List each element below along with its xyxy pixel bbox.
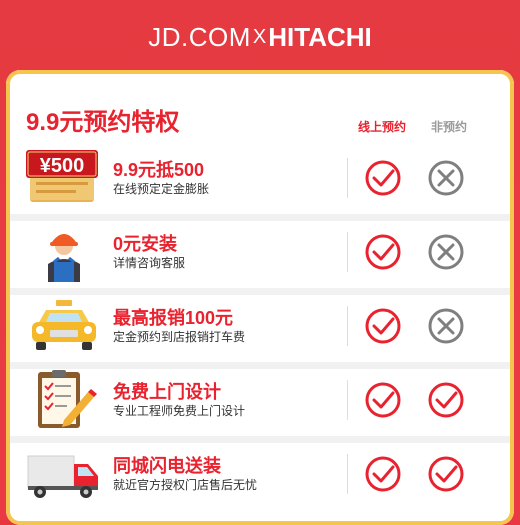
privilege-row: ¥500 9.9元抵500 在线预定定金膨胀 [6, 148, 514, 208]
column-header-online: 线上预约 [358, 120, 407, 134]
page-title: 9.9元预约特权 [26, 109, 180, 136]
column-divider [347, 158, 348, 198]
clipboard-pencil-icon [24, 370, 104, 430]
row-subtitle: 定金预约到店报销打车费 [113, 330, 246, 344]
check-icon [428, 382, 464, 418]
row-subtitle: 就近官方授权门店售后无忧 [113, 478, 258, 492]
privilege-row: 同城闪电送装 就近官方授权门店售后无忧 [6, 436, 514, 504]
brand-separator: X [252, 26, 267, 48]
row-separator [6, 214, 514, 221]
check-icon [365, 160, 401, 196]
ticket-500-icon: ¥500 [24, 148, 104, 208]
row-title: 0元安装 [113, 234, 178, 254]
brand-header: JD.COM X HITACHI [0, 0, 520, 75]
hitachi-logo: HITACHI [268, 22, 372, 52]
column-divider [347, 454, 348, 494]
cross-icon [428, 160, 464, 196]
privilege-row: 最高报销100元 定金预约到店报销打车费 [6, 288, 514, 356]
row-separator [6, 362, 514, 369]
column-divider [347, 380, 348, 420]
jd-logo: JD.COM [148, 22, 251, 52]
promo-page: JD.COM X HITACHI 9.9元预约特权 线上预约 非预约 ¥500 … [0, 0, 520, 525]
ticket-badge-text: ¥500 [40, 155, 85, 177]
column-header-offline: 非预约 [431, 120, 468, 134]
check-icon [428, 456, 464, 492]
check-icon [365, 308, 401, 344]
privilege-row: 0元安装 详情咨询客服 [6, 214, 514, 282]
row-subtitle: 在线预定定金膨胀 [113, 182, 210, 196]
privilege-card: 9.9元预约特权 线上预约 非预约 ¥500 9.9元抵500 在线预定定金膨胀 [6, 70, 514, 525]
check-icon [365, 234, 401, 270]
installer-worker-icon [24, 222, 104, 282]
row-title: 免费上门设计 [113, 382, 221, 402]
row-title: 同城闪电送装 [113, 456, 221, 476]
taxi-icon [24, 296, 104, 356]
cross-icon [428, 308, 464, 344]
cross-icon [428, 234, 464, 270]
row-separator [6, 436, 514, 443]
check-icon [365, 456, 401, 492]
row-subtitle: 专业工程师免费上门设计 [113, 404, 246, 418]
check-icon [365, 382, 401, 418]
row-title: 最高报销100元 [113, 308, 234, 328]
column-divider [347, 232, 348, 272]
delivery-truck-icon [24, 444, 104, 504]
row-subtitle: 详情咨询客服 [113, 256, 186, 270]
privilege-row: 免费上门设计 专业工程师免费上门设计 [6, 362, 514, 430]
row-separator [6, 288, 514, 295]
row-title: 9.9元抵500 [113, 160, 205, 180]
column-divider [347, 306, 348, 346]
